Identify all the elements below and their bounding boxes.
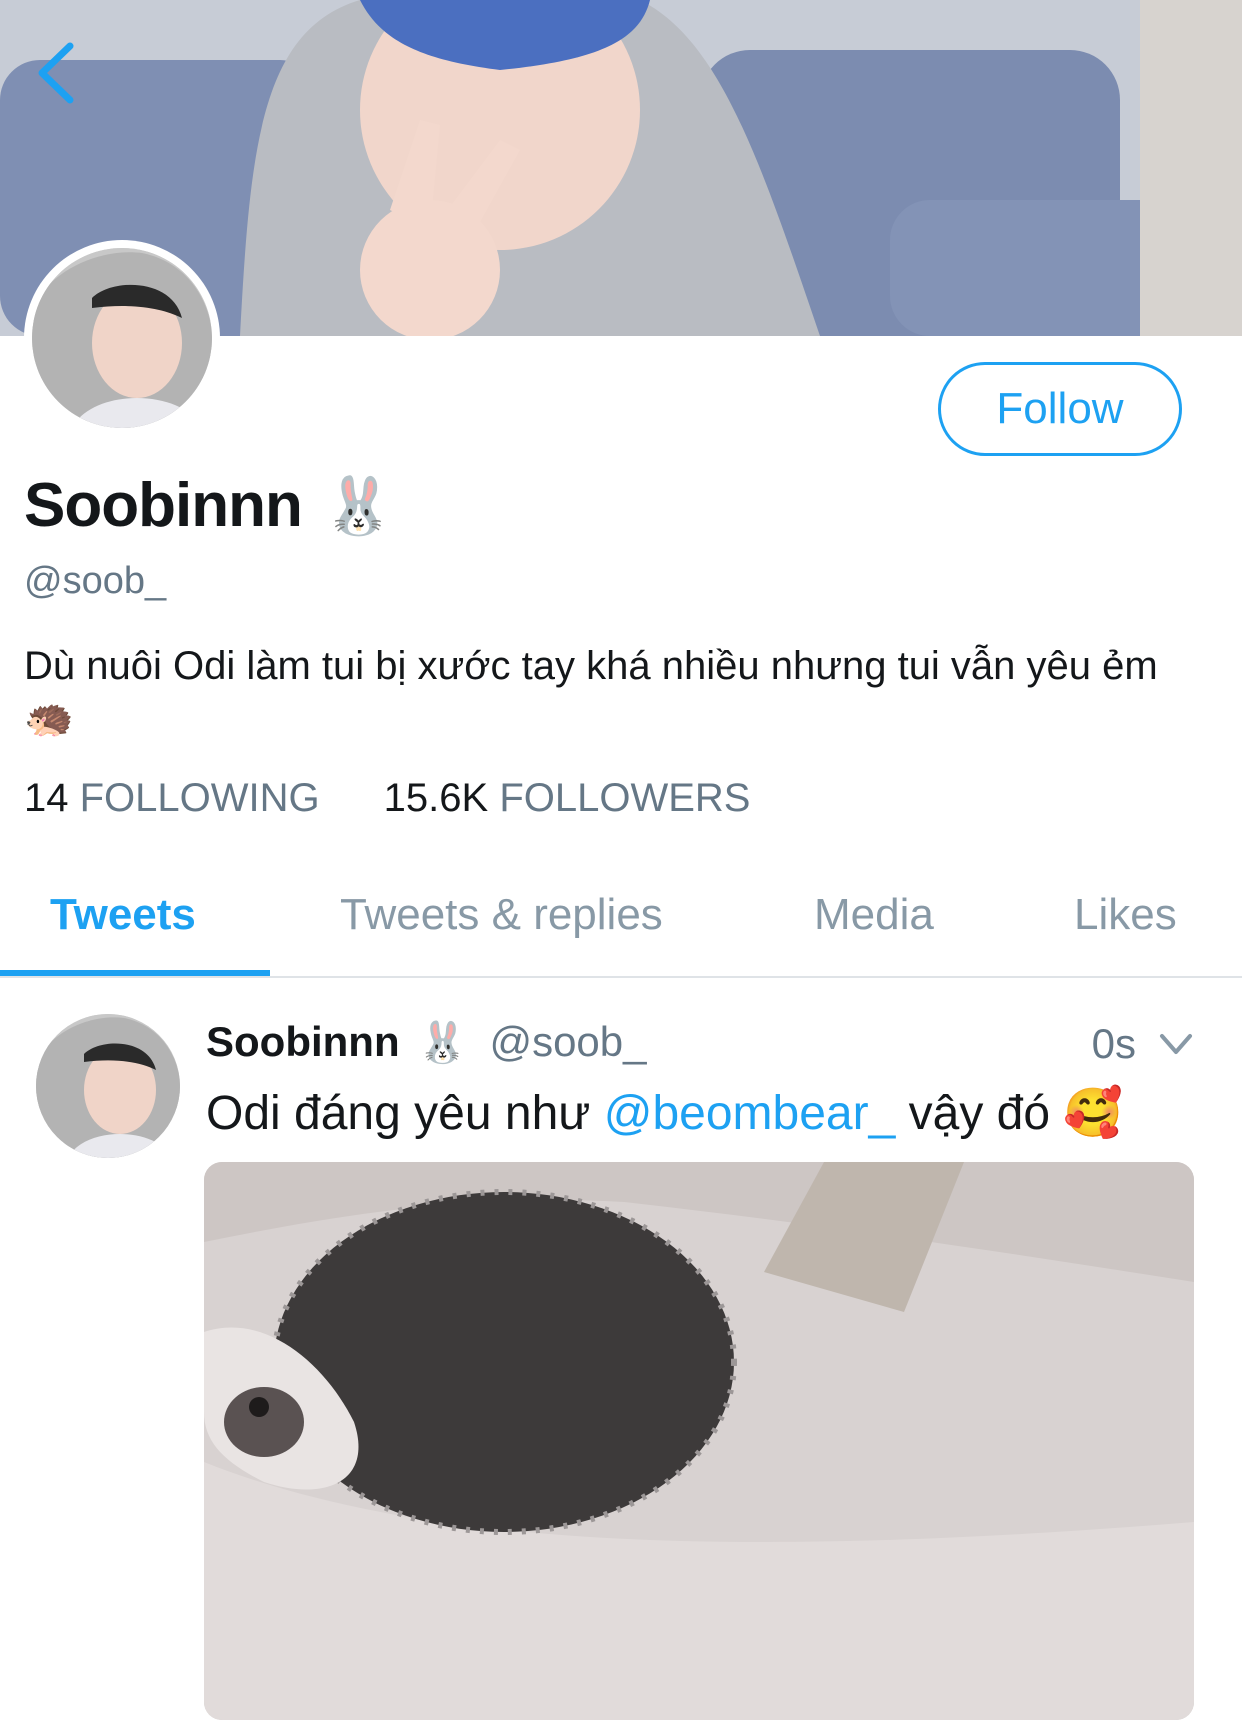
tweet-mention-link[interactable]: @beombear_: [604, 1087, 896, 1140]
rabbit-emoji-icon: 🐰: [417, 1020, 468, 1065]
following-stat[interactable]: 14 FOLLOWING: [24, 776, 320, 821]
profile-bio: Dù nuôi Odi làm tui bị xước tay khá nhiề…: [24, 644, 1158, 740]
tweet-avatar[interactable]: [36, 1014, 180, 1158]
tweet-text: Odi đáng yêu như @beombear_ vậy đó 🥰: [206, 1084, 1123, 1141]
chevron-left-icon: [38, 42, 74, 104]
profile-avatar[interactable]: [24, 240, 220, 436]
tweet-author-name[interactable]: Soobinnn: [206, 1018, 400, 1066]
avatar-image: [36, 1014, 180, 1158]
tab-media[interactable]: Media: [814, 890, 934, 940]
follow-button[interactable]: Follow: [938, 362, 1182, 456]
tweet-text-after: vậy đó 🥰: [895, 1087, 1124, 1140]
chevron-down-icon: [1160, 1034, 1192, 1054]
tweet-timestamp: 0s: [1091, 1020, 1136, 1067]
followers-stat[interactable]: 15.6K FOLLOWERS: [384, 776, 751, 821]
following-count: 14: [24, 776, 69, 820]
hedgehog-image: [204, 1162, 1194, 1720]
tweet-media-image[interactable]: [204, 1162, 1194, 1720]
tab-likes[interactable]: Likes: [1074, 890, 1177, 940]
following-label: FOLLOWING: [79, 776, 320, 820]
active-tab-indicator: [0, 970, 270, 976]
tweet-header: Soobinnn 🐰 @soob_ 0s: [206, 1014, 1196, 1070]
profile-tabs: Tweets Tweets & replies Media Likes: [0, 860, 1242, 978]
tab-tweets-replies[interactable]: Tweets & replies: [340, 890, 663, 940]
profile-handle: @soob_: [24, 560, 167, 602]
tweet-text-before: Odi đáng yêu như: [206, 1087, 604, 1140]
rabbit-emoji-icon: 🐰: [323, 473, 394, 537]
followers-label: FOLLOWERS: [499, 776, 751, 820]
followers-count: 15.6K: [383, 776, 489, 820]
display-name-text: Soobinnn: [24, 471, 303, 540]
avatar-image: [32, 248, 212, 428]
tab-tweets[interactable]: Tweets: [50, 890, 196, 940]
profile-display-name: Soobinnn 🐰: [24, 470, 394, 541]
tweet-author-handle: @soob_: [489, 1018, 647, 1065]
profile-stats: 14 FOLLOWING 15.6K FOLLOWERS: [24, 776, 750, 821]
tweet-menu-button[interactable]: [1156, 1024, 1196, 1064]
back-button[interactable]: [30, 38, 90, 108]
